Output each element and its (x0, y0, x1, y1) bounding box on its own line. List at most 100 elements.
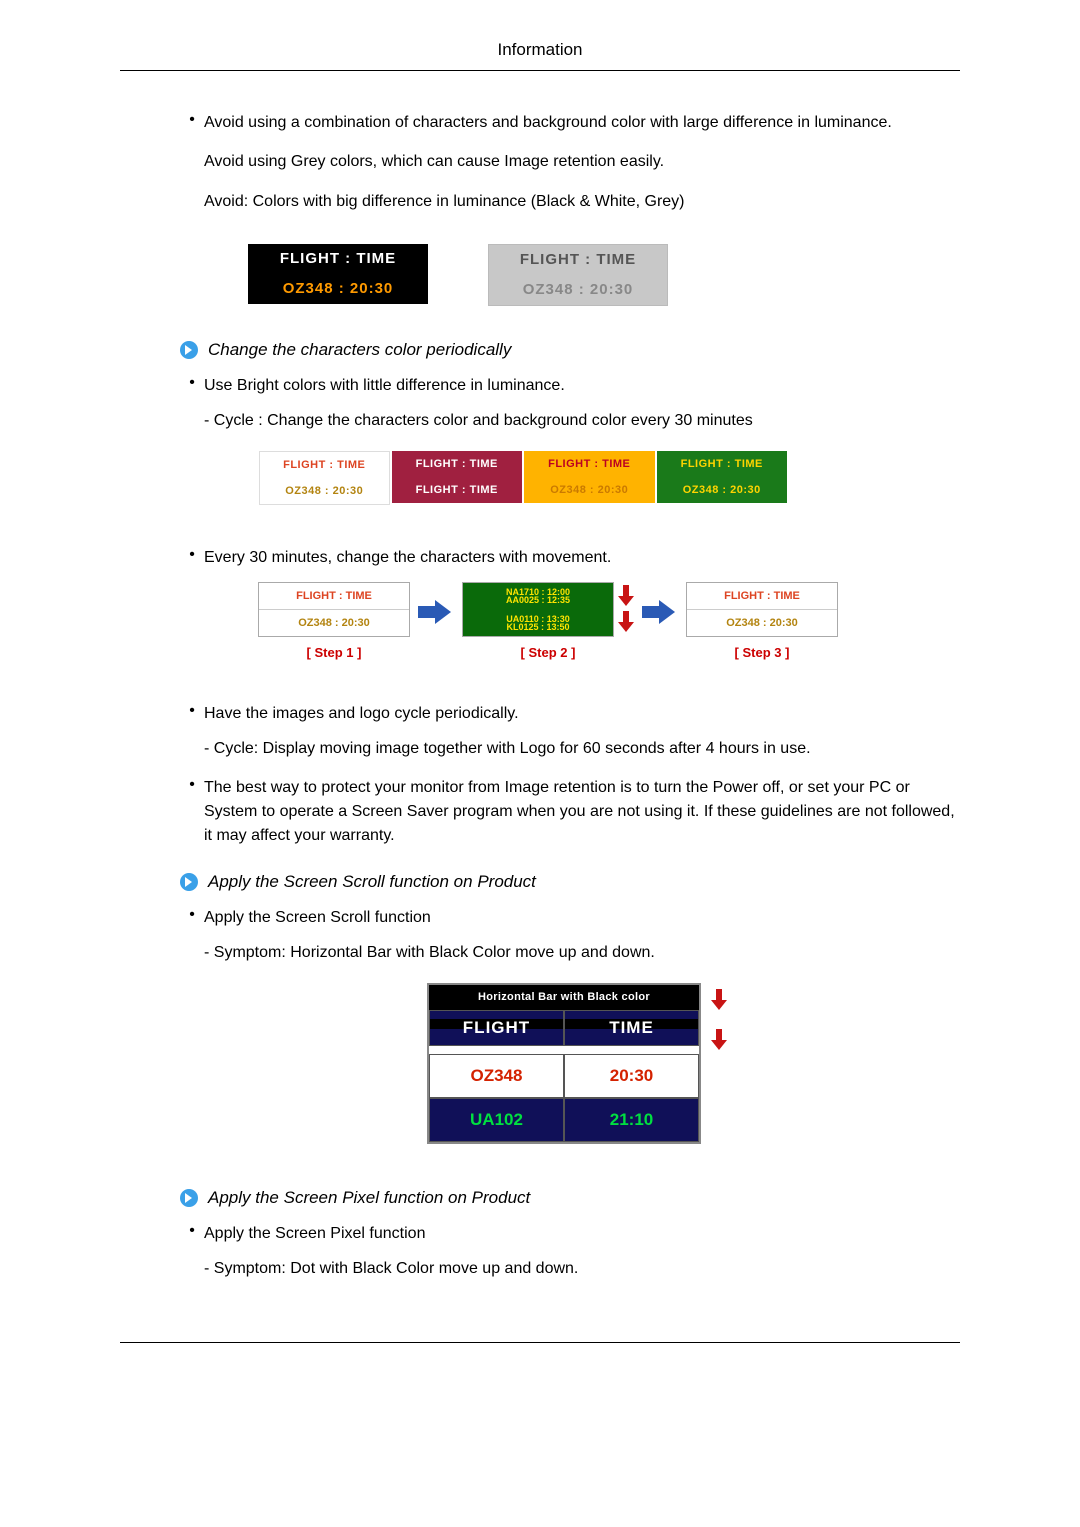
fig2-label: OZ348 : 20:30 (524, 477, 655, 503)
bullet-item: • Every 30 minutes, change the character… (180, 546, 960, 683)
bullet-item: • The best way to protect your monitor f… (180, 776, 960, 848)
fig3-box: FLIGHT : TIME OZ348 : 20:30 (258, 582, 410, 637)
fig3-step2: NA1710 : 12:00 AA0025 : 12:35 UA0110 : 1… (462, 582, 634, 663)
fig4-cell: UA102 (429, 1098, 564, 1142)
fig3-step1: FLIGHT : TIME OZ348 : 20:30 [ Step 1 ] (258, 582, 410, 663)
fig3-move-arrows (616, 585, 634, 633)
fig2-box: FLIGHT : TIME OZ348 : 20:30 (523, 450, 656, 506)
bullet-text: Apply the Screen Scroll function - Sympt… (204, 906, 960, 1164)
text: TIME (609, 1015, 654, 1041)
bullet-item: • Avoid using a combination of character… (180, 111, 960, 316)
bullet-item: • Have the images and logo cycle periodi… (180, 702, 960, 762)
bullet-text: Every 30 minutes, change the characters … (204, 546, 960, 683)
bullet-marker: • (180, 546, 204, 683)
figure-luminance-avoid: FLIGHT : TIME OZ348 : 20:30 FLIGHT : TIM… (248, 244, 960, 306)
text: Apply the Screen Pixel function (204, 1225, 425, 1242)
fig3-label: UA0110 : 13:30 KL0125 : 13:50 (463, 610, 613, 636)
step-label: [ Step 3 ] (686, 643, 838, 663)
bullet-item: • Apply the Screen Scroll function - Sym… (180, 906, 960, 1164)
subheading-text: Apply the Screen Scroll function on Prod… (208, 872, 536, 892)
fig4-header: FLIGHT (429, 1010, 564, 1046)
fig2-label: OZ348 : 20:30 (259, 478, 390, 505)
bullet-item: • Use Bright colors with little differen… (180, 374, 960, 516)
figure-color-cycle: FLIGHT : TIME OZ348 : 20:30 FLIGHT : TIM… (258, 450, 788, 506)
fig4-arrows (709, 989, 727, 1051)
text: Every 30 minutes, change the characters … (204, 549, 611, 566)
bullet-marker: • (180, 374, 204, 516)
bullet-marker: • (180, 702, 204, 762)
text: Use Bright colors with little difference… (204, 377, 565, 394)
fig1-label: FLIGHT : TIME (248, 244, 428, 274)
text: Avoid: Colors with big difference in lum… (204, 189, 960, 215)
fig2-box: FLIGHT : TIME OZ348 : 20:30 (656, 450, 789, 506)
content-body: • Avoid using a combination of character… (180, 111, 960, 1282)
page-title: Information (120, 40, 960, 71)
footer-divider (120, 1342, 960, 1343)
fig3-label: OZ348 : 20:30 (687, 610, 837, 636)
bullet-text: Avoid using a combination of characters … (204, 111, 960, 316)
bullet-text: The best way to protect your monitor fro… (204, 776, 960, 848)
fig2-label: FLIGHT : TIME (259, 451, 390, 478)
fig1-box-black: FLIGHT : TIME OZ348 : 20:30 (248, 244, 428, 306)
fig4-cell: OZ348 (429, 1054, 564, 1098)
fig3-label: OZ348 : 20:30 (259, 610, 409, 636)
text: Avoid using a combination of characters … (204, 114, 892, 131)
bullet-item: • Apply the Screen Pixel function - Symp… (180, 1222, 960, 1282)
arrow-bullet-icon (180, 1189, 198, 1207)
subheading-change-color: Change the characters color periodically (180, 340, 960, 360)
text: KL0125 : 13:50 (506, 623, 569, 631)
text: Apply the Screen Scroll function (204, 909, 431, 926)
page: Information • Avoid using a combination … (0, 0, 1080, 1431)
fig3-step2-wrap: NA1710 : 12:00 AA0025 : 12:35 UA0110 : 1… (462, 582, 634, 637)
fig4-row: UA102 21:10 (429, 1098, 699, 1142)
bullet-marker: • (180, 1222, 204, 1282)
fig3-box: NA1710 : 12:00 AA0025 : 12:35 UA0110 : 1… (462, 582, 614, 637)
bullet-text: Apply the Screen Pixel function - Sympto… (204, 1222, 960, 1282)
bullet-marker: • (180, 906, 204, 1164)
fig2-label: FLIGHT : TIME (392, 451, 523, 477)
fig1-label: OZ348 : 20:30 (248, 274, 428, 304)
text: - Symptom: Dot with Black Color move up … (204, 1256, 960, 1282)
fig4-header: TIME (564, 1010, 699, 1046)
bullet-marker: • (180, 111, 204, 316)
text: Avoid using Grey colors, which can cause… (204, 149, 960, 175)
fig4-header-row: FLIGHT TIME (429, 1010, 699, 1054)
fig4-cell: 21:10 (564, 1098, 699, 1142)
fig4-caption: Horizontal Bar with Black color (429, 985, 699, 1010)
arrow-bullet-icon (180, 341, 198, 359)
fig2-label: FLIGHT : TIME (524, 451, 655, 477)
text: - Symptom: Horizontal Bar with Black Col… (204, 940, 960, 966)
arrow-bullet-icon (180, 873, 198, 891)
fig1-label: OZ348 : 20:30 (489, 275, 667, 305)
subheading-text: Change the characters color periodically (208, 340, 511, 360)
text: FLIGHT (463, 1015, 530, 1041)
fig2-label: FLIGHT : TIME (392, 477, 523, 503)
bullet-marker: • (180, 776, 204, 848)
subheading-screen-pixel: Apply the Screen Pixel function on Produ… (180, 1188, 960, 1208)
fig3-label: FLIGHT : TIME (687, 583, 837, 610)
fig2-box: FLIGHT : TIME FLIGHT : TIME (391, 450, 524, 506)
fig1-label: FLIGHT : TIME (489, 245, 667, 275)
arrow-right-icon (418, 600, 454, 624)
arrow-down-icon (711, 1029, 727, 1051)
bullet-text: Have the images and logo cycle periodica… (204, 702, 960, 762)
arrow-down-icon (711, 989, 727, 1011)
arrow-down-icon (618, 611, 634, 633)
step-label: [ Step 2 ] (462, 643, 634, 663)
arrow-down-icon (618, 585, 634, 607)
fig3-label: NA1710 : 12:00 AA0025 : 12:35 (463, 583, 613, 610)
arrow-right-icon (642, 600, 678, 624)
text: - Cycle : Change the characters color an… (204, 408, 960, 434)
figure-screen-scroll: Horizontal Bar with Black color FLIGHT T… (427, 983, 737, 1144)
fig4-cell: 20:30 (564, 1054, 699, 1098)
fig2-label: FLIGHT : TIME (657, 451, 788, 477)
bullet-text: Use Bright colors with little difference… (204, 374, 960, 516)
fig3-step3: FLIGHT : TIME OZ348 : 20:30 [ Step 3 ] (686, 582, 838, 663)
text: AA0025 : 12:35 (506, 596, 570, 604)
fig2-box: FLIGHT : TIME OZ348 : 20:30 (258, 450, 391, 506)
subheading-text: Apply the Screen Pixel function on Produ… (208, 1188, 530, 1208)
figure-steps: FLIGHT : TIME OZ348 : 20:30 [ Step 1 ] N… (258, 582, 960, 663)
fig2-label: OZ348 : 20:30 (657, 477, 788, 503)
fig4-table: Horizontal Bar with Black color FLIGHT T… (427, 983, 701, 1144)
text: - Cycle: Display moving image together w… (204, 736, 960, 762)
